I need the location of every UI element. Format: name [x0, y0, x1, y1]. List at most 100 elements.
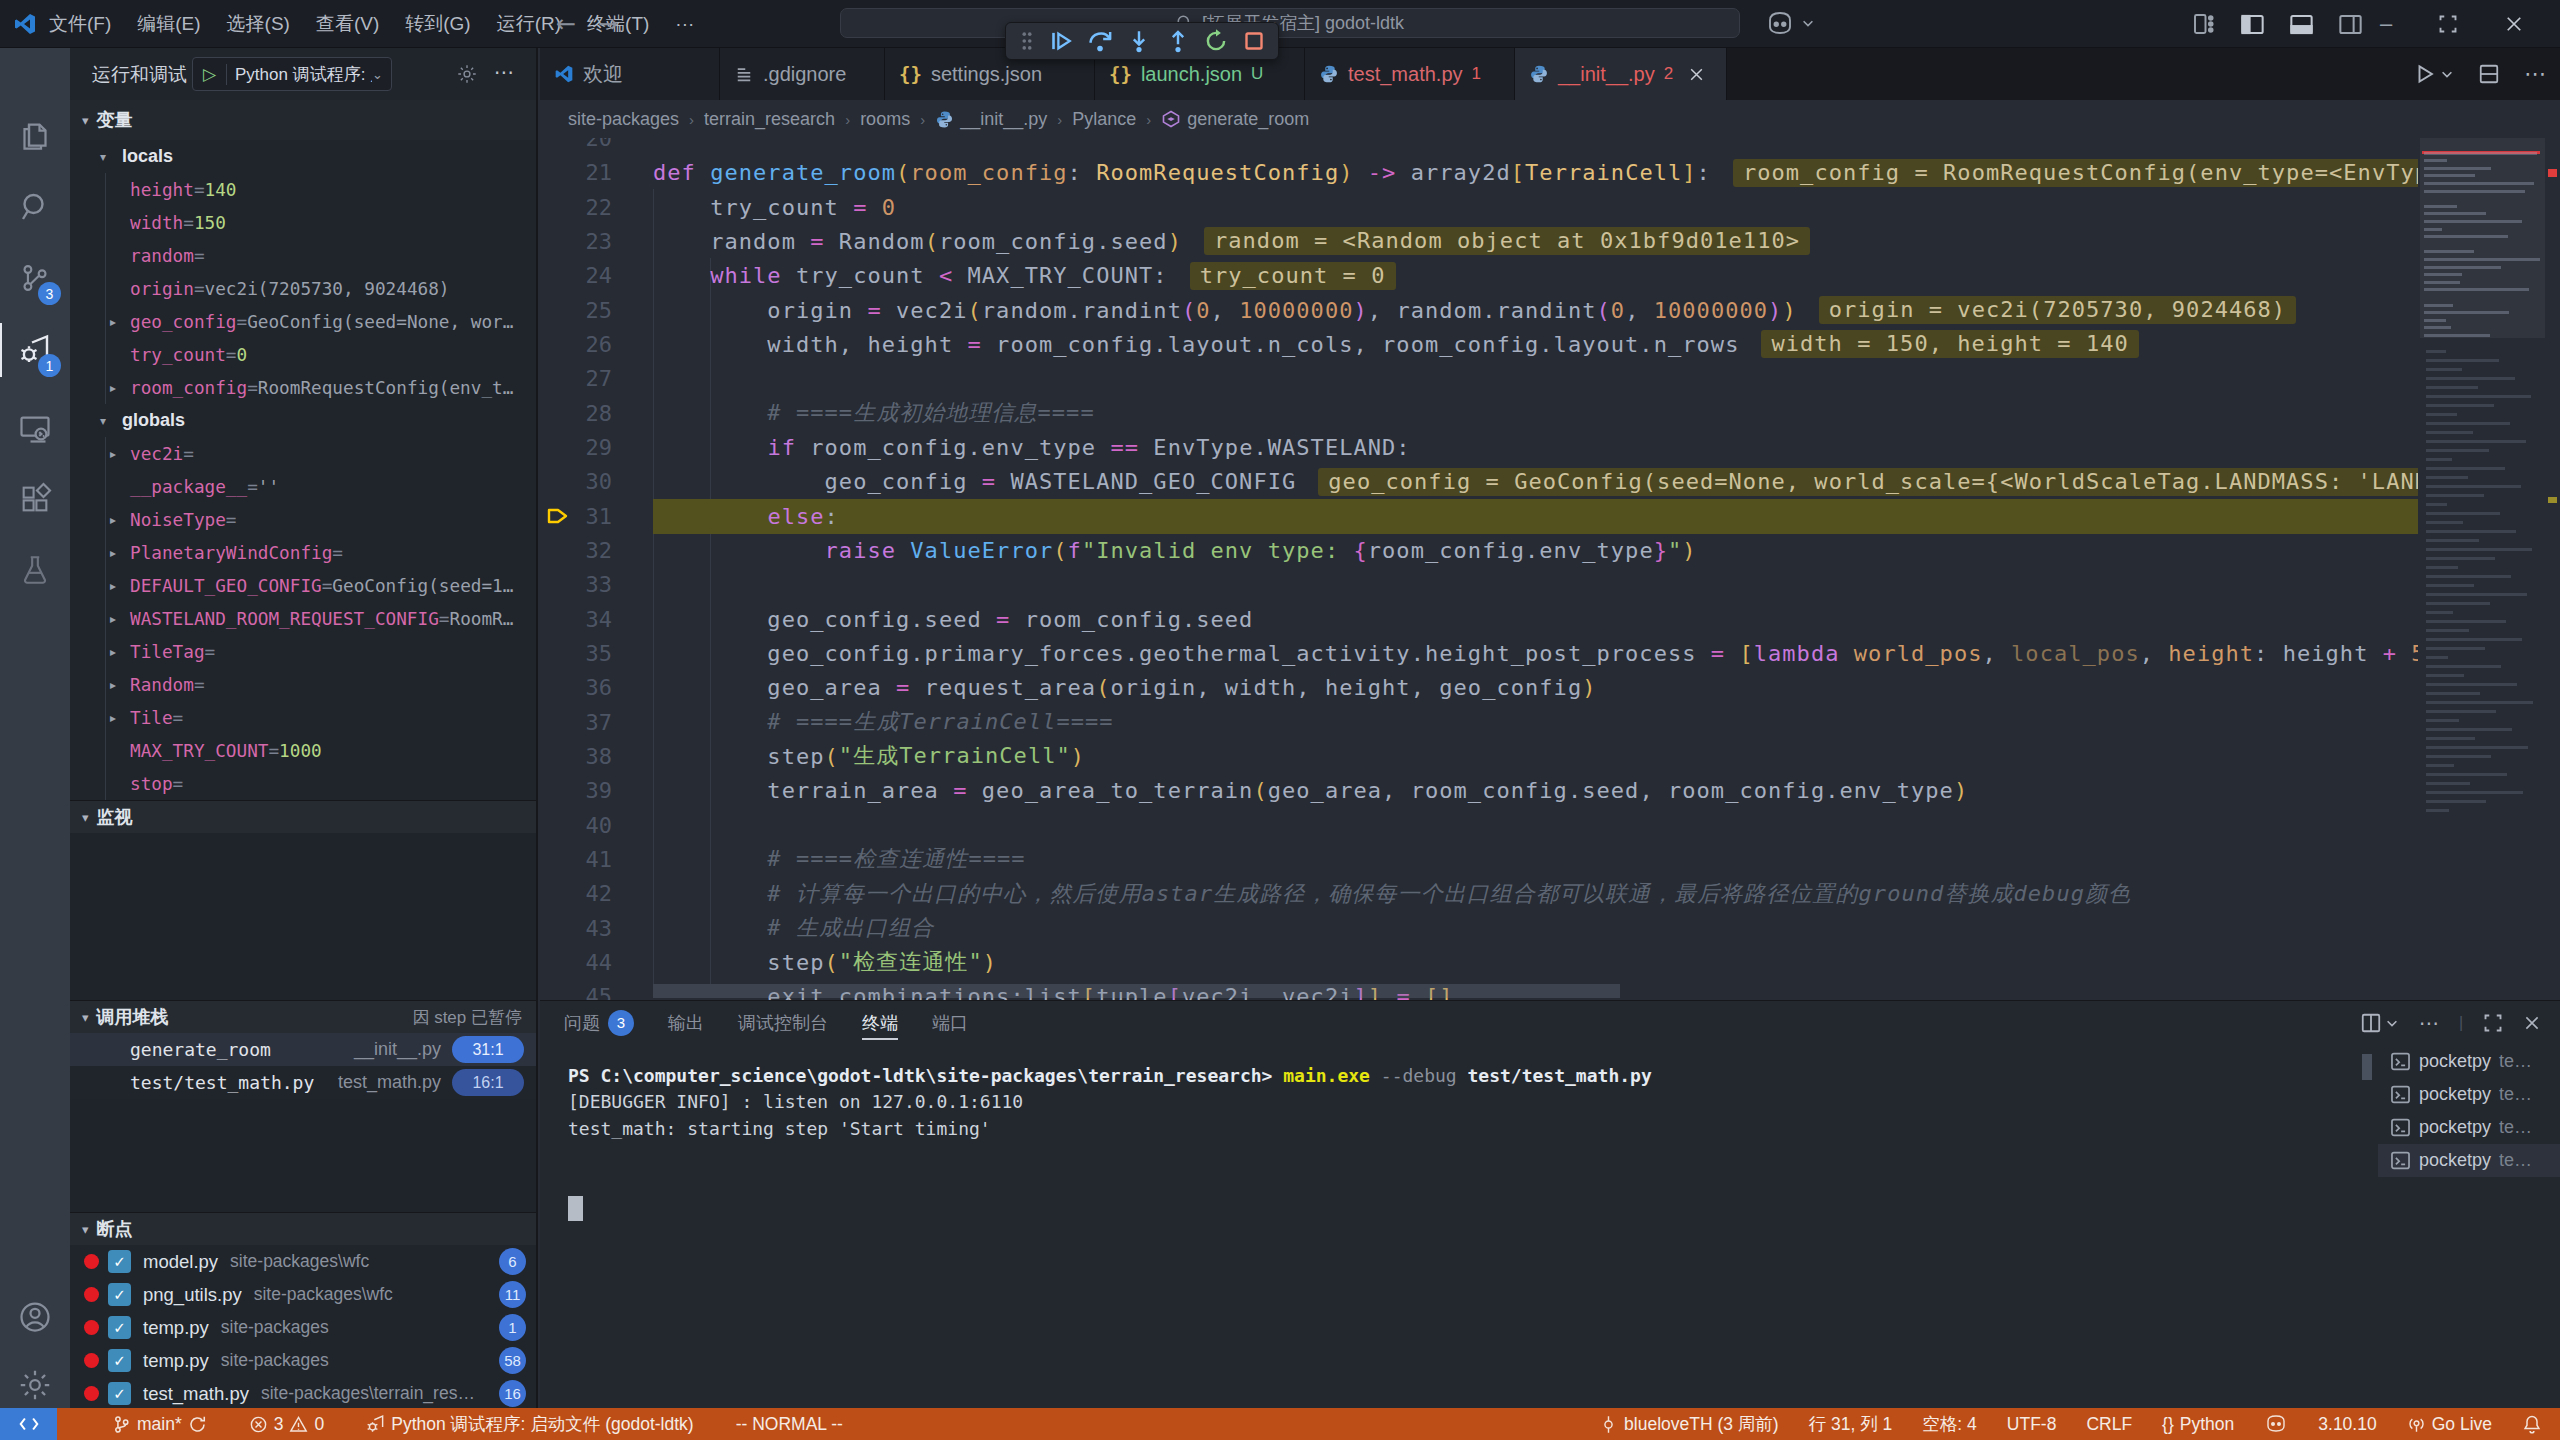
language-item[interactable]: {}Python	[2162, 1414, 2234, 1435]
debug-stop-icon[interactable]	[1242, 29, 1266, 53]
source-control-icon[interactable]: 3	[0, 243, 70, 313]
var-group-globals[interactable]: ▾globals	[70, 404, 536, 437]
var-group-locals[interactable]: ▾locals	[70, 140, 536, 173]
account-icon[interactable]	[0, 1282, 70, 1352]
menu-1[interactable]: 编辑(E)	[124, 11, 213, 37]
editor-more-icon[interactable]: ⋯	[2524, 61, 2546, 87]
breakpoint-row[interactable]: ✓ test_math.pysite-packages\terrain_res……	[70, 1377, 536, 1408]
close-button[interactable]	[2504, 14, 2524, 34]
menu-3[interactable]: 查看(V)	[303, 11, 392, 37]
breakpoint-checkbox[interactable]: ✓	[108, 1283, 131, 1306]
eol-item[interactable]: CRLF	[2086, 1414, 2132, 1435]
customize-layout-icon[interactable]	[2192, 12, 2216, 36]
breakpoint-row[interactable]: ✓ temp.pysite-packages 58	[70, 1344, 536, 1377]
encoding-item[interactable]: UTF-8	[2007, 1414, 2057, 1435]
git-branch-item[interactable]: main*	[112, 1414, 207, 1435]
variable-row[interactable]: width = 150	[70, 206, 536, 239]
indentation-item[interactable]: 空格: 4	[1922, 1412, 1976, 1436]
remote-explorer-icon[interactable]	[0, 393, 70, 463]
menu-0[interactable]: 文件(F)	[36, 11, 124, 37]
variable-row[interactable]: origin = vec2i(7205730, 9024468)	[70, 272, 536, 305]
split-terminal-icon[interactable]	[2360, 1012, 2399, 1034]
maximize-panel-icon[interactable]	[2483, 1013, 2503, 1033]
breakpoint-row[interactable]: ✓ temp.pysite-packages 1	[70, 1311, 536, 1344]
copilot-status-icon[interactable]	[2264, 1414, 2288, 1434]
breadcrumb-item[interactable]: rooms	[860, 109, 910, 130]
variable-row[interactable]: ▸Tile =	[70, 701, 536, 734]
debug-status-item[interactable]: Python 调试程序: 启动文件 (godot-ldtk)	[366, 1412, 693, 1436]
extensions-icon[interactable]	[0, 464, 70, 534]
toggle-panel-icon[interactable]	[2289, 12, 2314, 37]
breadcrumb-item[interactable]: __init__.py	[935, 109, 1047, 130]
panel-more-icon[interactable]: ⋯	[2419, 1011, 2439, 1035]
variable-row[interactable]: try_count = 0	[70, 338, 536, 371]
variable-row[interactable]: stop =	[70, 767, 536, 800]
section-breakpoints[interactable]: ▾断点	[70, 1212, 536, 1245]
breakpoint-row[interactable]: ✓ model.pysite-packages\wfc 6	[70, 1245, 536, 1278]
debug-step-out-icon[interactable]	[1165, 28, 1191, 54]
breakpoint-checkbox[interactable]: ✓	[108, 1250, 131, 1273]
tab-close-icon[interactable]	[1688, 66, 1705, 83]
nav-forward-icon[interactable]: →	[598, 10, 618, 38]
sidebar-more-icon[interactable]: ⋯	[494, 60, 516, 84]
variable-row[interactable]: ▸WASTELAND_ROOM_REQUEST_CONFIG = RoomR…	[70, 602, 536, 635]
start-debug-icon[interactable]: ▷	[193, 64, 227, 85]
variable-row[interactable]: ▸Random =	[70, 668, 536, 701]
cursor-position-item[interactable]: 行 31, 列 1	[1809, 1412, 1893, 1436]
maximize-button[interactable]	[2438, 14, 2458, 34]
variable-row[interactable]: ▸room_config = RoomRequestConfig(env_t…	[70, 371, 536, 404]
section-watch[interactable]: ▾监视	[70, 800, 536, 833]
remote-indicator[interactable]	[0, 1408, 57, 1440]
python-version-item[interactable]: 3.10.10	[2318, 1414, 2376, 1435]
debug-step-over-icon[interactable]	[1086, 27, 1114, 55]
copilot-icon[interactable]	[1765, 10, 1815, 36]
tab-.gdignore[interactable]: .gdignore	[720, 48, 885, 100]
nav-back-icon[interactable]: ←	[556, 10, 576, 38]
breadcrumb-item[interactable]: terrain_research	[704, 109, 835, 130]
variable-row[interactable]: ▸DEFAULT_GEO_CONFIG = GeoConfig(seed=1…	[70, 569, 536, 602]
debug-step-into-icon[interactable]	[1126, 28, 1152, 54]
close-panel-icon[interactable]	[2523, 1014, 2541, 1032]
terminal-output[interactable]: PS C:\computer_science\godot-ldtk\site-p…	[568, 1063, 1652, 1142]
menu-7[interactable]: ···	[662, 13, 707, 35]
debug-restart-icon[interactable]	[1203, 28, 1229, 54]
panel-tab-输出[interactable]: 输出	[668, 1001, 704, 1045]
panel-tab-端口[interactable]: 端口	[932, 1001, 968, 1045]
variable-row[interactable]: __package__ = ''	[70, 470, 536, 503]
git-blame-item[interactable]: blueloveTH (3 周前)	[1599, 1412, 1779, 1436]
panel-tab-终端[interactable]: 终端	[862, 1001, 898, 1045]
debug-gear-icon[interactable]	[456, 63, 478, 85]
minimap[interactable]	[2420, 138, 2545, 1000]
variable-row[interactable]: ▸geo_config = GeoConfig(seed=None, wor…	[70, 305, 536, 338]
split-editor-icon[interactable]	[2478, 63, 2500, 85]
tab-test_math.py[interactable]: test_math.py 1	[1305, 48, 1515, 100]
run-file-icon[interactable]	[2414, 63, 2454, 85]
run-debug-icon[interactable]: 1	[0, 315, 70, 385]
variable-row[interactable]: ▸TileTag =	[70, 635, 536, 668]
search-icon[interactable]	[0, 172, 70, 242]
menu-4[interactable]: 转到(G)	[392, 11, 483, 37]
variable-row[interactable]: random =	[70, 239, 536, 272]
callstack-frame[interactable]: generate_room __init__.py 31:1	[70, 1033, 536, 1066]
testing-icon[interactable]	[0, 535, 70, 605]
panel-tab-调试控制台[interactable]: 调试控制台	[738, 1001, 828, 1045]
debug-continue-icon[interactable]	[1047, 28, 1073, 54]
breadcrumb-item[interactable]: Pylance	[1072, 109, 1136, 130]
tab-__init__.py[interactable]: __init__.py 2	[1515, 48, 1727, 100]
panel-tab-问题[interactable]: 问题 3	[564, 1001, 634, 1045]
terminal-list-item[interactable]: pocketpyte…	[2378, 1111, 2560, 1144]
tab-欢迎[interactable]: 欢迎	[540, 48, 720, 100]
breadcrumb-item[interactable]: site-packages	[568, 109, 679, 130]
breakpoint-checkbox[interactable]: ✓	[108, 1349, 131, 1372]
go-live-item[interactable]: Go Live	[2407, 1414, 2492, 1435]
terminal-list-item[interactable]: pocketpyte…	[2378, 1045, 2560, 1078]
minimize-button[interactable]: –	[2380, 11, 2392, 37]
horizontal-scrollbar[interactable]	[653, 984, 1620, 998]
section-callstack[interactable]: ▾调用堆栈因 step 已暂停	[70, 1000, 536, 1033]
menu-2[interactable]: 选择(S)	[214, 11, 303, 37]
variable-row[interactable]: ▸vec2i =	[70, 437, 536, 470]
debug-config-dropdown[interactable]: ▷ Python 调试程序: 启 ⌄	[192, 57, 392, 91]
breakpoint-checkbox[interactable]: ✓	[108, 1382, 131, 1405]
variable-row[interactable]: MAX_TRY_COUNT = 1000	[70, 734, 536, 767]
breadcrumb-item[interactable]: generate_room	[1161, 109, 1309, 130]
